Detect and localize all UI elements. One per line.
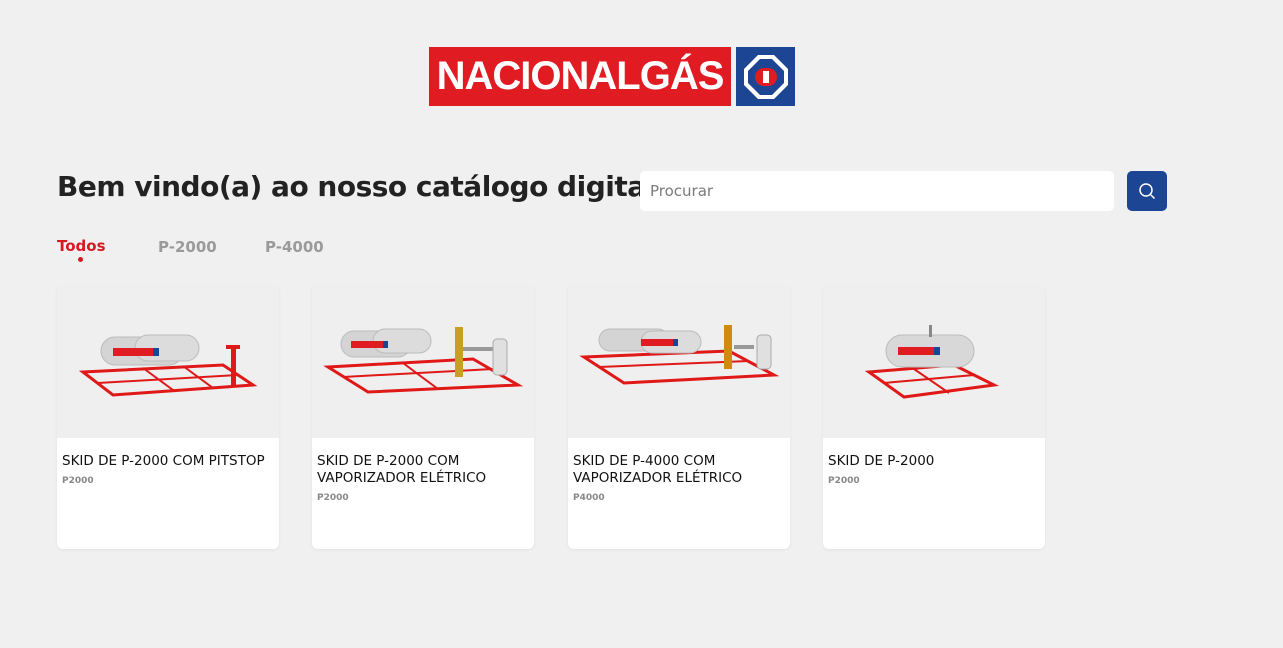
search-icon: [1139, 183, 1156, 200]
tab-p4000[interactable]: P-4000: [265, 238, 324, 256]
product-code: P4000: [573, 493, 605, 503]
tab-todos[interactable]: Todos: [57, 237, 106, 262]
product-code: P2000: [828, 476, 860, 486]
tab-label: Todos: [57, 237, 106, 255]
product-name: SKID DE P-2000: [828, 453, 935, 469]
brand-emblem-icon: [736, 47, 795, 106]
brand-logo-text: NACIONALGÁS: [429, 47, 731, 106]
product-image: [312, 285, 534, 438]
product-code: P2000: [317, 493, 349, 503]
product-card[interactable]: SKID DE P-2000 P2000: [823, 285, 1045, 549]
tab-label: P-2000: [158, 238, 217, 256]
product-card[interactable]: SKID DE P-2000 COM VAPORIZADOR ELÉTRICO …: [312, 285, 534, 549]
product-card[interactable]: SKID DE P-2000 COM PITSTOP P2000: [57, 285, 279, 549]
search-button[interactable]: [1127, 171, 1167, 211]
page-title: Bem vindo(a) ao nosso catálogo digital: [57, 170, 655, 203]
tab-label: P-4000: [265, 238, 324, 256]
product-name: SKID DE P-4000 COM VAPORIZADOR ELÉTRICO: [573, 453, 743, 486]
product-name: SKID DE P-2000 COM PITSTOP: [62, 453, 265, 469]
product-image: [568, 285, 790, 438]
product-card[interactable]: SKID DE P-4000 COM VAPORIZADOR ELÉTRICO …: [568, 285, 790, 549]
tab-p2000[interactable]: P-2000: [158, 238, 217, 256]
product-name: SKID DE P-2000 COM VAPORIZADOR ELÉTRICO: [317, 453, 487, 486]
active-tab-indicator: [78, 257, 83, 262]
brand-logo[interactable]: NACIONALGÁS: [429, 47, 795, 107]
search-input[interactable]: [640, 171, 1114, 211]
product-code: P2000: [62, 476, 94, 486]
product-image: [57, 285, 279, 438]
product-image: [823, 285, 1045, 438]
